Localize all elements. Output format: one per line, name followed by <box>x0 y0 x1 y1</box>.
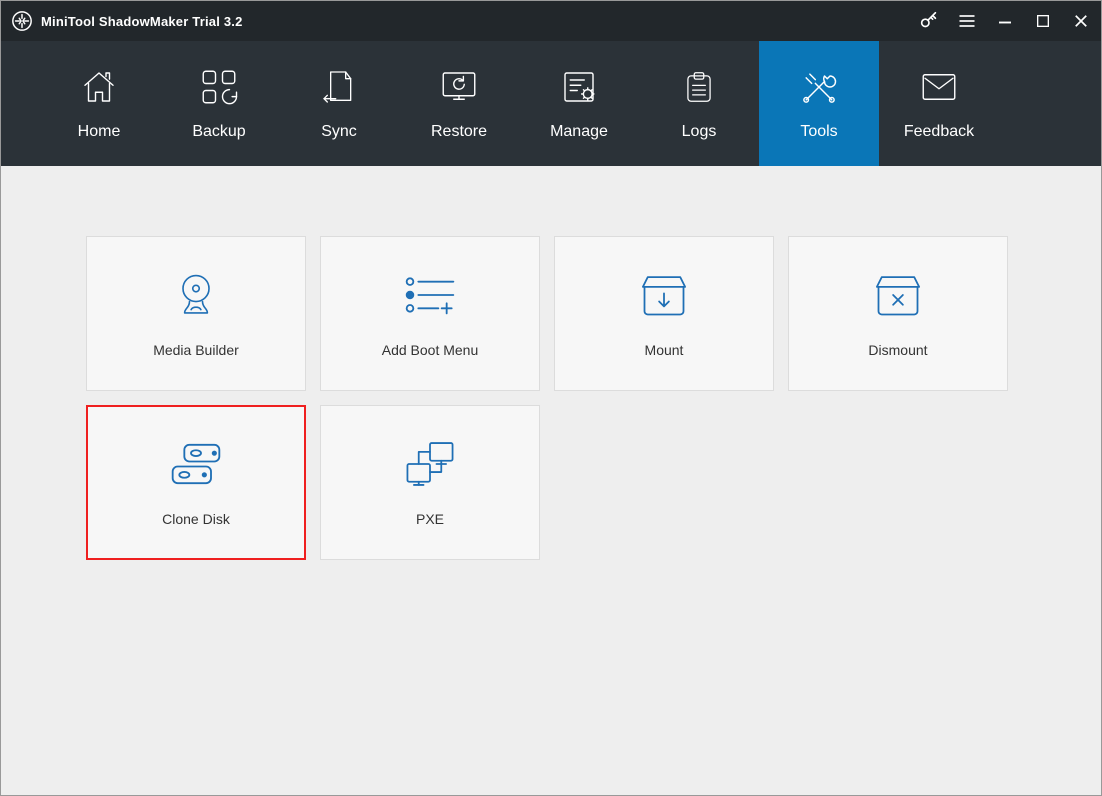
home-icon <box>78 66 120 108</box>
feedback-icon <box>918 66 960 108</box>
nav-home[interactable]: Home <box>39 41 159 166</box>
nav-label: Sync <box>321 123 357 141</box>
minimize-button[interactable] <box>993 9 1017 33</box>
app-logo-icon <box>11 10 33 32</box>
card-label: Clone Disk <box>162 511 230 527</box>
tool-media-builder[interactable]: Media Builder <box>86 236 306 391</box>
backup-icon <box>198 66 240 108</box>
manage-icon <box>558 66 600 108</box>
tools-icon <box>797 66 841 108</box>
card-label: PXE <box>416 511 444 527</box>
nav-tools[interactable]: Tools <box>759 41 879 166</box>
nav-label: Home <box>78 123 121 141</box>
titlebar: MiniTool ShadowMaker Trial 3.2 <box>1 1 1101 41</box>
nav-label: Logs <box>682 123 717 141</box>
app-logo-group: MiniTool ShadowMaker Trial 3.2 <box>11 10 243 32</box>
key-icon[interactable] <box>917 9 941 33</box>
tool-pxe[interactable]: PXE <box>320 405 540 560</box>
mount-icon <box>638 270 690 320</box>
nav-label: Backup <box>192 123 245 141</box>
sync-icon <box>319 66 359 108</box>
close-button[interactable] <box>1069 9 1093 33</box>
nav-label: Tools <box>800 123 837 141</box>
clone-disk-icon <box>166 439 226 489</box>
tool-add-boot-menu[interactable]: Add Boot Menu <box>320 236 540 391</box>
tools-panel: Media Builder Add Boot Menu <box>1 166 1101 795</box>
card-label: Add Boot Menu <box>382 342 479 358</box>
restore-icon <box>438 66 480 108</box>
pxe-icon <box>401 439 459 489</box>
media-builder-icon <box>170 270 222 320</box>
nav-sync[interactable]: Sync <box>279 41 399 166</box>
nav-restore[interactable]: Restore <box>399 41 519 166</box>
nav-backup[interactable]: Backup <box>159 41 279 166</box>
logs-icon <box>680 66 718 108</box>
maximize-button[interactable] <box>1031 9 1055 33</box>
tool-mount[interactable]: Mount <box>554 236 774 391</box>
card-label: Dismount <box>868 342 927 358</box>
nav-label: Restore <box>431 123 487 141</box>
add-boot-menu-icon <box>400 270 460 320</box>
nav-label: Feedback <box>904 123 974 141</box>
card-label: Mount <box>645 342 684 358</box>
nav-manage[interactable]: Manage <box>519 41 639 166</box>
main-nav: Home Backup <box>1 41 1101 166</box>
dismount-icon <box>872 270 924 320</box>
nav-logs[interactable]: Logs <box>639 41 759 166</box>
window-title: MiniTool ShadowMaker Trial 3.2 <box>41 14 243 29</box>
card-label: Media Builder <box>153 342 239 358</box>
tool-clone-disk[interactable]: Clone Disk <box>86 405 306 560</box>
nav-feedback[interactable]: Feedback <box>879 41 999 166</box>
nav-label: Manage <box>550 123 608 141</box>
menu-icon[interactable] <box>955 9 979 33</box>
tool-dismount[interactable]: Dismount <box>788 236 1008 391</box>
